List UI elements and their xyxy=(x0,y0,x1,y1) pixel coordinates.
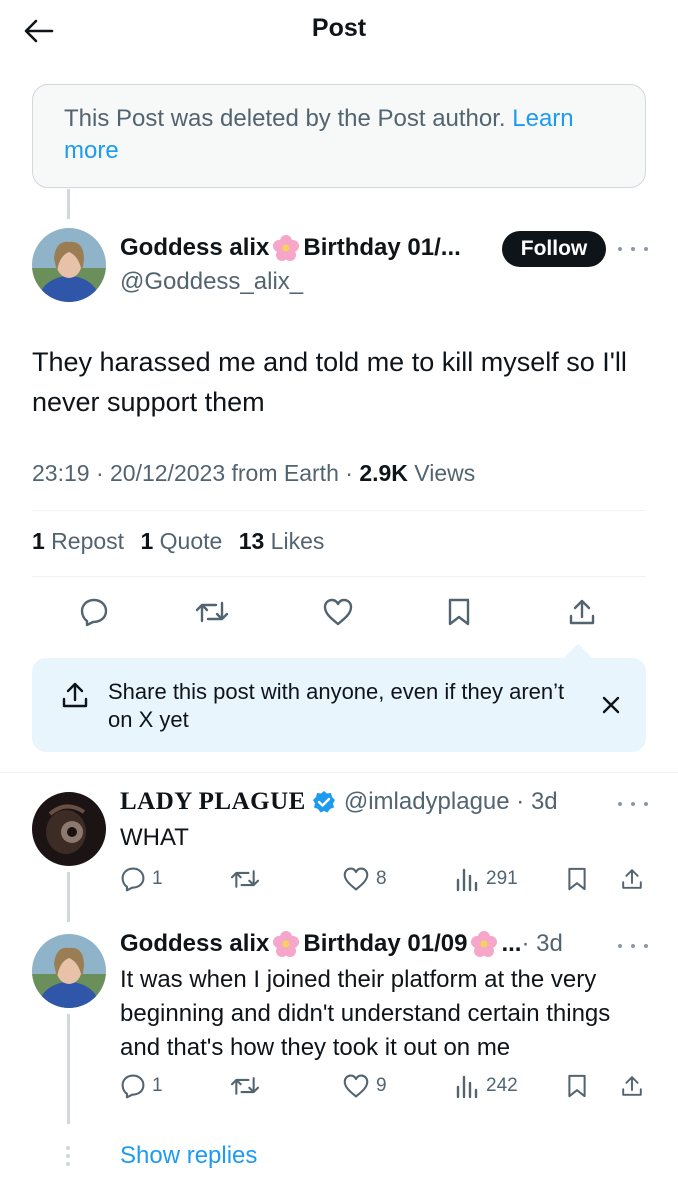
like-button[interactable] xyxy=(318,592,358,632)
reply-comment-button[interactable]: 1 xyxy=(120,1073,163,1099)
like-count: 8 xyxy=(376,868,387,889)
thread-line xyxy=(67,1014,70,1124)
post-timestamp: 23:19 · 20/12/2023 from Earth · xyxy=(32,460,360,486)
deleted-notice-text: This Post was deleted by the Post author… xyxy=(64,105,506,132)
reply-bookmark-button[interactable] xyxy=(566,1073,594,1099)
reply-views-button[interactable]: 242 xyxy=(454,1073,518,1099)
view-count: 291 xyxy=(486,868,518,889)
bookmark-button[interactable] xyxy=(439,592,479,632)
share-icon xyxy=(622,869,642,889)
views-label: Views xyxy=(407,460,476,486)
reply-repost-button[interactable] xyxy=(230,866,266,892)
more-options-icon[interactable] xyxy=(618,794,648,814)
repost-icon xyxy=(230,870,260,888)
reply-views-button[interactable]: 291 xyxy=(454,866,518,892)
repost-button[interactable] xyxy=(192,592,232,632)
reply-comment-button[interactable]: 1 xyxy=(120,866,163,892)
reply-share-button[interactable] xyxy=(620,1073,650,1099)
thread-dots-icon xyxy=(66,1146,70,1166)
thread-line xyxy=(67,872,70,922)
bookmark-icon xyxy=(448,598,470,626)
reply-time: · 3d xyxy=(521,930,563,957)
reply-repost-button[interactable] xyxy=(230,1073,266,1099)
reply-avatar[interactable] xyxy=(32,934,106,1008)
analytics-icon xyxy=(456,868,478,892)
author-handle[interactable]: @Goddess_alix_ xyxy=(120,268,303,296)
share-prompt: Share this post with anyone, even if the… xyxy=(32,658,646,752)
views-count: 2.9K xyxy=(359,460,408,486)
cherry-blossom-icon xyxy=(273,235,300,261)
reply-share-button[interactable] xyxy=(620,866,650,892)
reply-bookmark-button[interactable] xyxy=(566,866,594,892)
divider xyxy=(32,510,646,511)
author-name: Goddess alix xyxy=(120,234,270,261)
reply-author-name: Goddess alix xyxy=(120,930,270,957)
divider xyxy=(0,772,678,773)
reply-author-row[interactable]: Goddess alix Birthday 01/09 ... · 3d xyxy=(120,930,563,958)
reply-count: 1 xyxy=(152,868,163,889)
share-icon xyxy=(622,1076,642,1096)
reply-like-button[interactable]: 8 xyxy=(342,866,387,892)
more-options-icon[interactable] xyxy=(618,936,648,956)
heart-icon xyxy=(343,867,369,891)
share-button[interactable] xyxy=(562,592,602,632)
reply-author-suffix: Birthday 01/09 xyxy=(303,930,468,957)
engagement-stats: 1 Repost 1 Quote 13 Likes xyxy=(32,528,324,555)
divider xyxy=(32,576,646,577)
reply-count: 1 xyxy=(152,1075,163,1096)
cherry-blossom-icon xyxy=(471,931,498,957)
deleted-post-notice: This Post was deleted by the Post author… xyxy=(32,84,646,188)
quotes-stat[interactable]: 1 Quote xyxy=(140,528,222,554)
more-options-icon[interactable] xyxy=(618,239,648,259)
cherry-blossom-icon xyxy=(273,931,300,957)
reposts-stat[interactable]: 1 Repost xyxy=(32,528,124,554)
bookmark-icon xyxy=(568,867,586,891)
reply-like-button[interactable]: 9 xyxy=(342,1073,387,1099)
repost-icon xyxy=(230,1077,260,1095)
heart-icon xyxy=(343,1074,369,1098)
analytics-icon xyxy=(456,1075,478,1099)
reply-author-name: LADY PLAGUE xyxy=(120,788,306,815)
author-name-row[interactable]: Goddess alix Birthday 01/... xyxy=(120,234,461,262)
top-bar: Post xyxy=(0,0,678,60)
reply-name-ellipsis: ... xyxy=(501,930,522,957)
thread-line xyxy=(67,189,70,219)
view-count: 242 xyxy=(486,1075,518,1096)
reply-handle-time: @imladyplague · 3d xyxy=(343,788,558,815)
page-title: Post xyxy=(311,14,367,42)
follow-button[interactable]: Follow xyxy=(502,231,606,267)
reply-text: WHAT xyxy=(120,824,189,851)
reply-button[interactable] xyxy=(74,592,114,632)
reply-icon xyxy=(121,867,145,892)
share-prompt-text[interactable]: Share this post with anyone, even if the… xyxy=(108,678,568,734)
likes-stat[interactable]: 13 Likes xyxy=(239,528,325,554)
like-count: 9 xyxy=(376,1075,387,1096)
repost-icon xyxy=(195,601,229,623)
reply-icon xyxy=(121,1074,145,1099)
heart-icon xyxy=(323,598,353,626)
author-avatar[interactable] xyxy=(32,228,106,302)
close-icon xyxy=(602,696,620,714)
close-button[interactable] xyxy=(598,692,624,718)
post-text: They harassed me and told me to kill mys… xyxy=(32,347,627,417)
show-replies-link[interactable]: Show replies xyxy=(120,1142,257,1170)
reply-text: It was when I joined their platform at t… xyxy=(120,966,611,1061)
share-prompt-icon xyxy=(60,680,90,715)
reply-icon xyxy=(80,598,108,627)
verified-badge-icon xyxy=(312,791,335,813)
post-meta: 23:19 · 20/12/2023 from Earth · 2.9K Vie… xyxy=(32,460,475,487)
bookmark-icon xyxy=(568,1074,586,1098)
reply-author-row[interactable]: LADY PLAGUE @imladyplague · 3d xyxy=(120,788,558,816)
reply-avatar[interactable] xyxy=(32,792,106,866)
author-name-suffix: Birthday 01/... xyxy=(303,234,461,261)
share-icon xyxy=(569,599,595,625)
